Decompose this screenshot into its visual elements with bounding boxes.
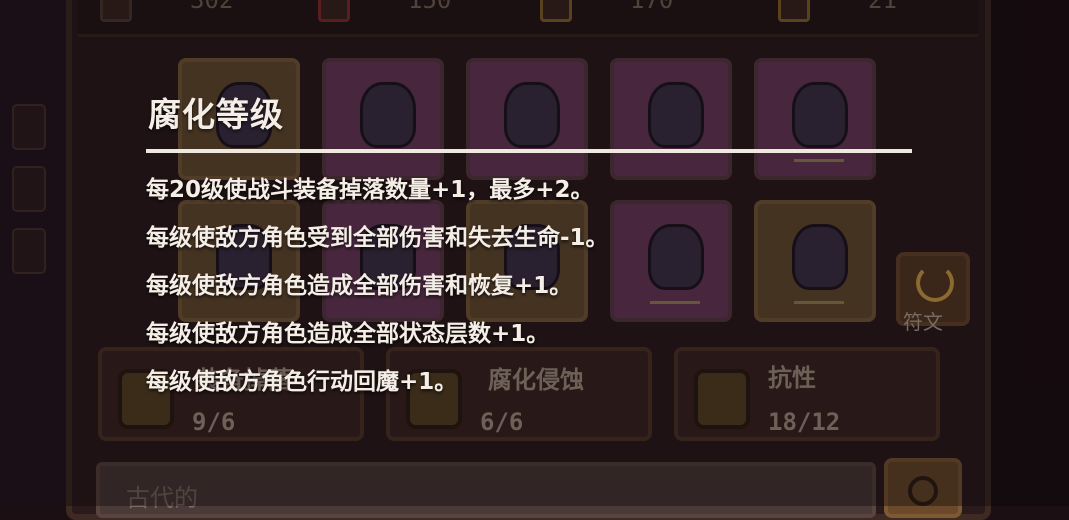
- tooltip-line: 每级使敌方角色造成全部状态层数+1。: [146, 321, 550, 347]
- tooltip-title: 腐化等级: [148, 95, 284, 134]
- tooltip-line: 每级使敌方角色造成全部伤害和恢复+1。: [146, 273, 573, 299]
- tooltip-divider: [146, 149, 912, 153]
- tooltip-line: 每级使敌方角色行动回魔+1。: [146, 369, 458, 395]
- tooltip-overlay: [0, 0, 1069, 506]
- tooltip-line: 每级使敌方角色受到全部伤害和失去生命-1。: [146, 225, 609, 251]
- tooltip-line: 每20级使战斗装备掉落数量+1，最多+2。: [146, 177, 594, 203]
